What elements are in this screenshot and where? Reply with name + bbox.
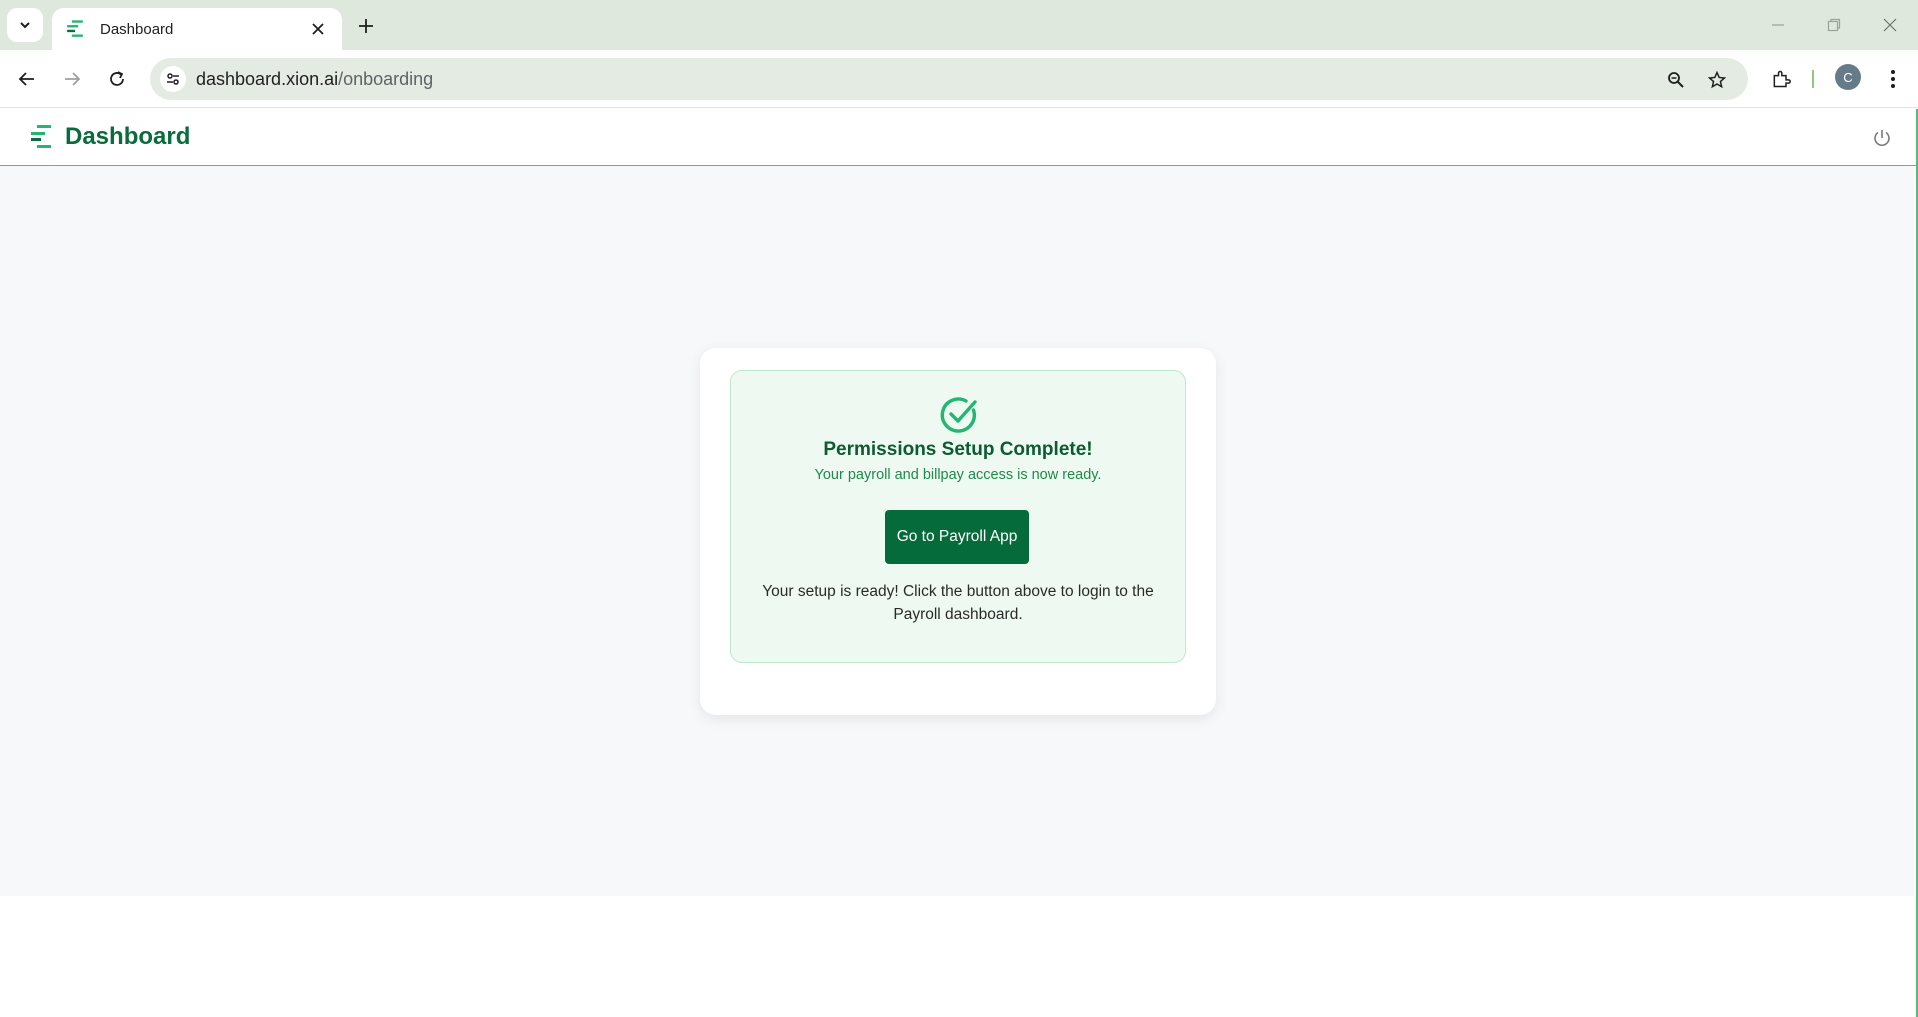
browser-toolbar: dashboard.xion.ai/onboarding C [0, 50, 1918, 108]
logout-button[interactable] [1870, 126, 1894, 150]
url-path: /onboarding [338, 69, 434, 89]
success-subtitle: Your payroll and billpay access is now r… [814, 467, 1102, 483]
forward-button[interactable] [57, 64, 87, 94]
brand-name: Dashboard [65, 123, 191, 150]
check-circle-icon [940, 397, 977, 433]
app-header: Dashboard [0, 109, 1918, 166]
logo-icon [31, 125, 51, 148]
address-bar[interactable]: dashboard.xion.ai/onboarding [150, 58, 1748, 100]
brand[interactable]: Dashboard [27, 123, 190, 151]
go-to-payroll-button[interactable]: Go to Payroll App [885, 510, 1029, 564]
success-title: Permissions Setup Complete! [823, 439, 1093, 460]
extensions-button[interactable] [1766, 64, 1796, 94]
reload-icon [110, 71, 124, 86]
bookmark-button[interactable] [1703, 66, 1731, 94]
toolbar-divider [1812, 70, 1814, 88]
minimize-icon [1772, 24, 1784, 26]
window-close-button[interactable] [1870, 10, 1910, 40]
reload-button[interactable] [102, 64, 132, 94]
tab-title: Dashboard [100, 20, 174, 38]
restore-button[interactable] [1814, 10, 1854, 40]
close-icon[interactable] [308, 19, 328, 39]
zoom-icon [1668, 72, 1684, 88]
menu-icon [1891, 70, 1895, 88]
success-panel: Permissions Setup Complete! Your payroll… [730, 370, 1186, 663]
profile-avatar[interactable]: C [1835, 64, 1861, 90]
restore-icon [1827, 18, 1841, 32]
onboarding-card: Permissions Setup Complete! Your payroll… [700, 348, 1216, 715]
extensions-icon [1773, 70, 1791, 88]
setup-note: Your setup is ready! Click the button ab… [762, 583, 1154, 623]
minimize-button[interactable] [1758, 10, 1798, 40]
star-icon [1708, 71, 1726, 89]
plus-icon [359, 19, 373, 33]
forward-icon [65, 72, 81, 86]
url-text: dashboard.xion.ai/onboarding [196, 69, 433, 90]
tab-list-button[interactable] [7, 8, 43, 42]
web-page: Dashboard Permissions Setup Complete! Yo… [0, 109, 1918, 1017]
back-icon [18, 72, 34, 86]
url-host: dashboard.xion.ai [196, 69, 339, 89]
browser-tab[interactable]: Dashboard [52, 8, 342, 50]
tab-list-icon [20, 22, 30, 29]
logo-icon [64, 18, 86, 40]
power-icon [1874, 130, 1890, 146]
tab-strip: Dashboard [0, 0, 1918, 50]
site-info-icon[interactable] [160, 66, 186, 92]
main-content: Permissions Setup Complete! Your payroll… [0, 166, 1914, 896]
new-tab-button[interactable] [352, 12, 380, 40]
back-button[interactable] [12, 64, 42, 94]
close-icon [1883, 18, 1897, 32]
zoom-button[interactable] [1662, 66, 1690, 94]
browser-menu-button[interactable] [1878, 64, 1908, 94]
